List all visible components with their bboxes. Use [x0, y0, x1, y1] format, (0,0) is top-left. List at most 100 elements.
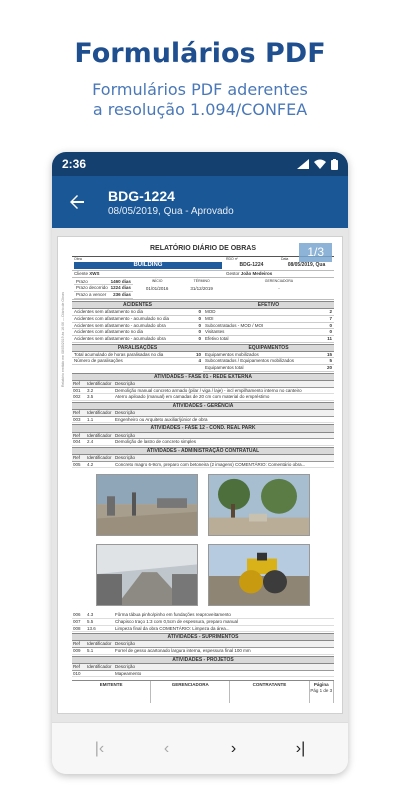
- arrow-left-icon: [70, 195, 84, 209]
- footer-page: Pág 1 de 3: [310, 687, 333, 693]
- acidentes-row: Acidentes com afastamento - acumulado no…: [72, 316, 203, 323]
- cellular-signal-icon: [297, 159, 309, 169]
- sign-pagina: Página Pág 1 de 3: [310, 681, 335, 704]
- prazo-item: Prazo decorrido 1224 dias: [74, 285, 133, 292]
- status-bar: 2:36: [52, 152, 348, 176]
- equipamentos-row: Equipamentos total 20: [203, 365, 334, 372]
- acidentes-row: Acidentes sem afastamento - acumulado ob…: [72, 335, 203, 343]
- tunnel-structure-photo: [97, 545, 197, 606]
- cliente-label: Cliente: [74, 271, 89, 277]
- next-page-button[interactable]: ›: [218, 733, 250, 765]
- road-roller-photo: [209, 545, 309, 606]
- wifi-icon: [314, 159, 326, 169]
- prazo-item: Prazo a vencer 236 dias: [74, 292, 133, 299]
- header-row-cliente: Cliente XWS Gestor João Medeiros: [72, 271, 334, 279]
- report-title: RELATÓRIO DIÁRIO DE OBRAS: [72, 245, 334, 257]
- table-header: Ref Identificador Descrição: [72, 410, 334, 417]
- pdf-viewer[interactable]: 1/3 Relatório emitido em 08/05/2019 às 1…: [52, 228, 348, 722]
- equipamentos-heading: EQUIPAMENTOS: [203, 343, 334, 352]
- equipamentos-row: Equipamentos mobilizados 15: [203, 351, 334, 359]
- termino-value: 31/12/2019: [190, 286, 213, 292]
- section-projetos: ATIVIDADES - PROJETOS: [72, 655, 334, 664]
- cliente-value: XWS: [89, 271, 100, 277]
- table-header: Ref Identificador Descrição: [72, 455, 334, 462]
- signature-row: EMITENTE GERENCIADORA CONTRATANTE Página…: [72, 680, 335, 704]
- app-bar: BDG-1224 08/05/2019, Qua - Aprovado: [52, 176, 348, 228]
- obra-value: BUILDING: [74, 261, 222, 270]
- efetivo-heading: EFETIVO: [203, 301, 334, 310]
- table-row: 002 3.5 Aterro apiloado (manual) em camada…: [72, 394, 334, 401]
- paralisacoes-row: Total acumulado de horas paralisadas no …: [72, 351, 203, 359]
- acidentes-row: Acidentes sem afastamento - acumulado ob…: [72, 322, 203, 330]
- report-id-title: BDG-1224: [108, 187, 175, 204]
- gerenciadora-value: -: [278, 286, 280, 292]
- promo-subtitle-line2: a resolução 1.094/CONFEA: [92, 100, 308, 119]
- section-suprimentos: ATIVIDADES - SUPRIMENTOS: [72, 633, 334, 642]
- table-header: Ref Identificador Descrição: [72, 432, 334, 440]
- status-icons: [297, 158, 338, 170]
- construction-site-photo: [97, 475, 197, 536]
- acidentes-row: Acidentes sem afastamento no dia 0: [72, 309, 203, 316]
- promo-title: Formulários PDF: [74, 38, 326, 69]
- back-button[interactable]: [62, 187, 92, 217]
- efetivo-row: Efetivo total 11: [203, 335, 334, 343]
- data-value: 08/05/2019, Qua: [287, 261, 326, 268]
- photo-grid: [72, 468, 334, 612]
- gestor-value: João Medeiros: [240, 271, 273, 277]
- efetivo-row: MOD 2: [203, 309, 334, 316]
- efetivo-row: Subcontratados - MOD / MOI 0: [203, 322, 334, 330]
- paralisacoes-equipamentos-block: PARALISAÇÕES Total acumulado de horas pa…: [72, 343, 334, 372]
- site-photo[interactable]: [96, 474, 198, 537]
- phone-frame: 2:36 BDG-1224 08/05/2019, Qua - Aprovado…: [52, 152, 348, 774]
- first-page-button[interactable]: |‹: [84, 733, 116, 765]
- section-adm-contratual: ATIVIDADES - ADMINISTRAÇÃO CONTRATUAL: [72, 446, 334, 455]
- table-row: 007 5.5 Chapisco traço 1:3 com 0,5cm de es…: [72, 619, 334, 626]
- inicio-value: 01/01/2016: [145, 286, 169, 292]
- section-gerencia: ATIVIDADES - GERÊNCIA: [72, 401, 334, 410]
- table-row: 001 3.2 Demolição manual concreto armado (…: [72, 388, 334, 395]
- acidentes-heading: ACIDENTES: [72, 301, 203, 310]
- paralisacoes-row: Número de paralisações 4: [72, 358, 203, 365]
- rdo-value: BDG-1224: [239, 261, 264, 268]
- table-row: 009 5.1 Forrel de gesso acartonado largura…: [72, 648, 334, 655]
- efetivo-row: MOI 7: [203, 316, 334, 323]
- table-row: 010 Mapeamento: [72, 671, 334, 678]
- status-time: 2:36: [62, 157, 87, 171]
- sign-gerenciadora: GERENCIADORA: [151, 681, 231, 704]
- acidentes-row: Acidentes com afastamento no dia 0: [72, 329, 203, 336]
- inicio-label: INÍCIO: [151, 278, 163, 283]
- page-indicator: 1/3: [299, 243, 332, 262]
- sign-contratante: CONTRATANTE: [230, 681, 310, 704]
- gerenciadora-label: GERENCIADORA: [264, 278, 294, 283]
- header-row-prazos: Prazo 1460 dias Prazo decorrido 1224 dias …: [72, 278, 334, 301]
- pdf-page: 1/3 Relatório emitido em 08/05/2019 às 1…: [57, 236, 343, 714]
- sign-emitente: EMITENTE: [72, 681, 152, 704]
- section-fase01: ATIVIDADES - FASE 01 - REDE EXTERNA: [72, 372, 334, 381]
- page-navigation-bar: |‹ ‹ › ›|: [52, 722, 348, 774]
- previous-page-button[interactable]: ‹: [151, 733, 183, 765]
- site-photo[interactable]: [96, 544, 198, 607]
- promo-subtitle: Formulários PDF aderentes a resolução 1.…: [0, 80, 400, 120]
- gestor-label: Gestor: [225, 271, 240, 277]
- equipamentos-row: Subcontratados / Equipamentos mobilizado…: [203, 358, 334, 365]
- paralisacoes-heading: PARALISAÇÕES: [72, 343, 203, 352]
- side-note: Relatório emitido em 08/05/2019 às 16:06…: [61, 292, 65, 387]
- site-photo[interactable]: [208, 474, 310, 537]
- report-date-status: 08/05/2019, Qua - Aprovado: [108, 205, 234, 217]
- battery-icon: [331, 158, 338, 170]
- site-photo[interactable]: [208, 544, 310, 607]
- street-trees-photo: [209, 475, 309, 536]
- promo-subtitle-line1: Formulários PDF aderentes: [92, 80, 308, 99]
- section-fase12: ATIVIDADES - FASE 12 - COND. REAL PARK: [72, 424, 334, 433]
- prazo-item: Prazo 1460 dias: [74, 278, 133, 286]
- last-page-button[interactable]: ›|: [285, 733, 317, 765]
- table-row: 003 1.1 Engenheiro ou Arquiteto auxiliar/j…: [72, 417, 334, 424]
- header-row-obra: Obra BUILDING RDO nº BDG-1224 Data 08/05…: [72, 257, 334, 271]
- table-row: 006 4.3 Fôrma tábua pinho/pinho em fundaçõ…: [72, 612, 334, 619]
- table-row: 005 4.2 Concreto magro 6-9cm, preparo com …: [72, 462, 334, 469]
- table-row: 004 2.4 Demolição de lastro de concreto si…: [72, 439, 334, 446]
- acidentes-efetivo-block: ACIDENTES Acidentes sem afastamento no d…: [72, 300, 334, 343]
- table-row: 008 13.6 Limpeza final da obra COMENTÁRIO:…: [72, 626, 334, 633]
- efetivo-row: Visitantes 0: [203, 329, 334, 336]
- table-header: Ref Identificador Descrição: [72, 641, 334, 648]
